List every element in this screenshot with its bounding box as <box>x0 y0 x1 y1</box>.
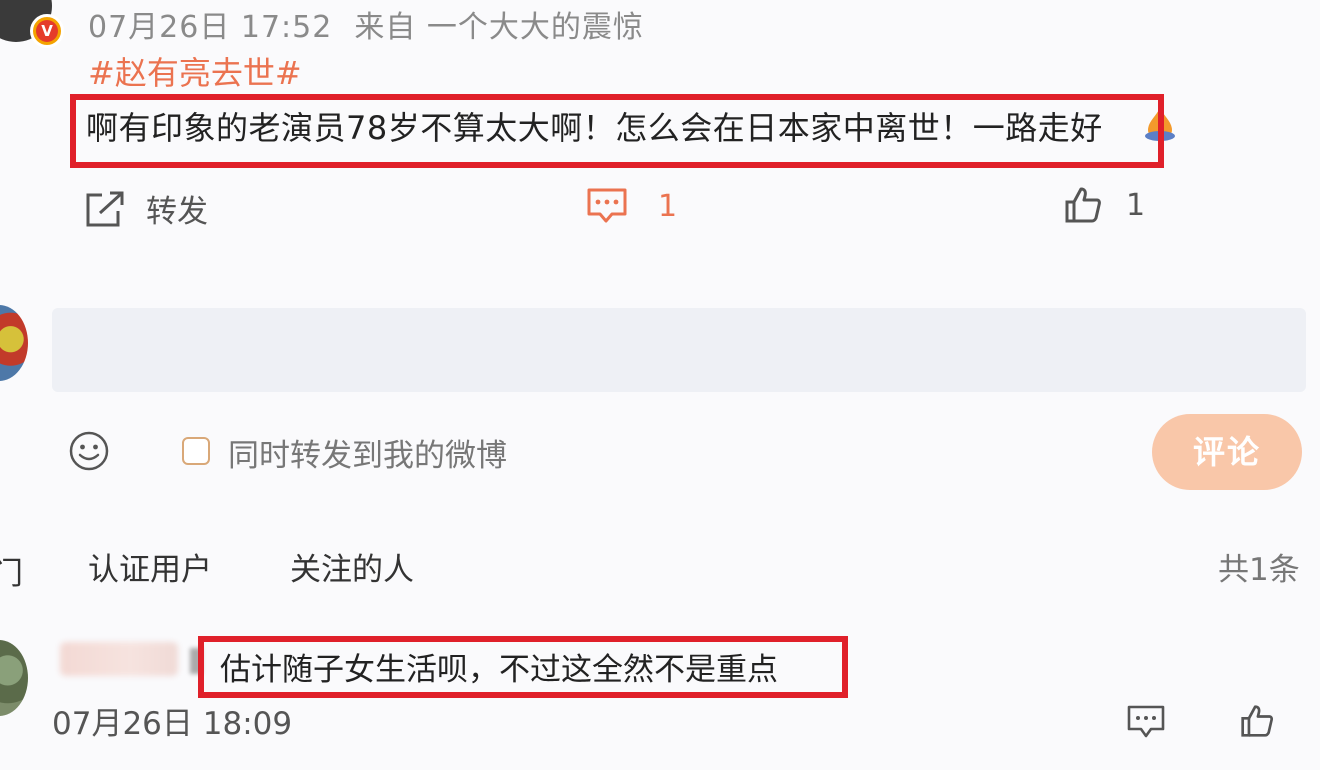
like-button[interactable]: 1 <box>1064 186 1145 224</box>
sync-repost-label[interactable]: 同时转发到我的微博 <box>228 430 507 475</box>
thumbs-up-icon <box>1065 187 1101 223</box>
reply-thumbs-up-icon[interactable] <box>1240 704 1274 738</box>
tab-verified-users[interactable]: 认证用户 <box>88 544 212 589</box>
repost-button[interactable]: 转发 <box>84 186 208 231</box>
highlight-box-post <box>70 94 1164 168</box>
comment-icon <box>587 188 627 223</box>
post-source: 来自 一个大大的震惊 <box>354 10 644 45</box>
verified-badge-icon: V <box>30 14 64 48</box>
comment-button[interactable]: 1 <box>586 186 677 226</box>
tab-all[interactable]: 门 <box>0 548 23 593</box>
like-count: 1 <box>1126 187 1146 223</box>
reply-comment-icon[interactable] <box>1126 704 1166 740</box>
reply-username-blurred[interactable] <box>60 642 178 676</box>
hashtag-link[interactable]: #赵有亮去世# <box>88 48 302 94</box>
comment-input[interactable] <box>52 308 1306 392</box>
post-meta: 07月26日 17:52 来自 一个大大的震惊 <box>88 2 644 46</box>
reply-timestamp: 07月26日 18:09 <box>52 706 293 742</box>
submit-comment-button[interactable]: 评论 <box>1152 414 1302 490</box>
current-user-avatar[interactable] <box>0 305 28 381</box>
repost-label: 转发 <box>146 194 208 230</box>
comment-total-count: 共1条 <box>1218 552 1300 588</box>
highlight-box-reply <box>198 636 848 698</box>
emoji-picker-icon[interactable] <box>68 430 110 472</box>
tab-following[interactable]: 关注的人 <box>290 544 414 589</box>
post-timestamp[interactable]: 07月26日 17:52 <box>88 10 332 45</box>
repost-icon <box>86 191 124 226</box>
comment-count: 1 <box>658 188 678 224</box>
sync-repost-checkbox[interactable] <box>182 437 210 465</box>
reply-avatar[interactable] <box>0 640 28 716</box>
